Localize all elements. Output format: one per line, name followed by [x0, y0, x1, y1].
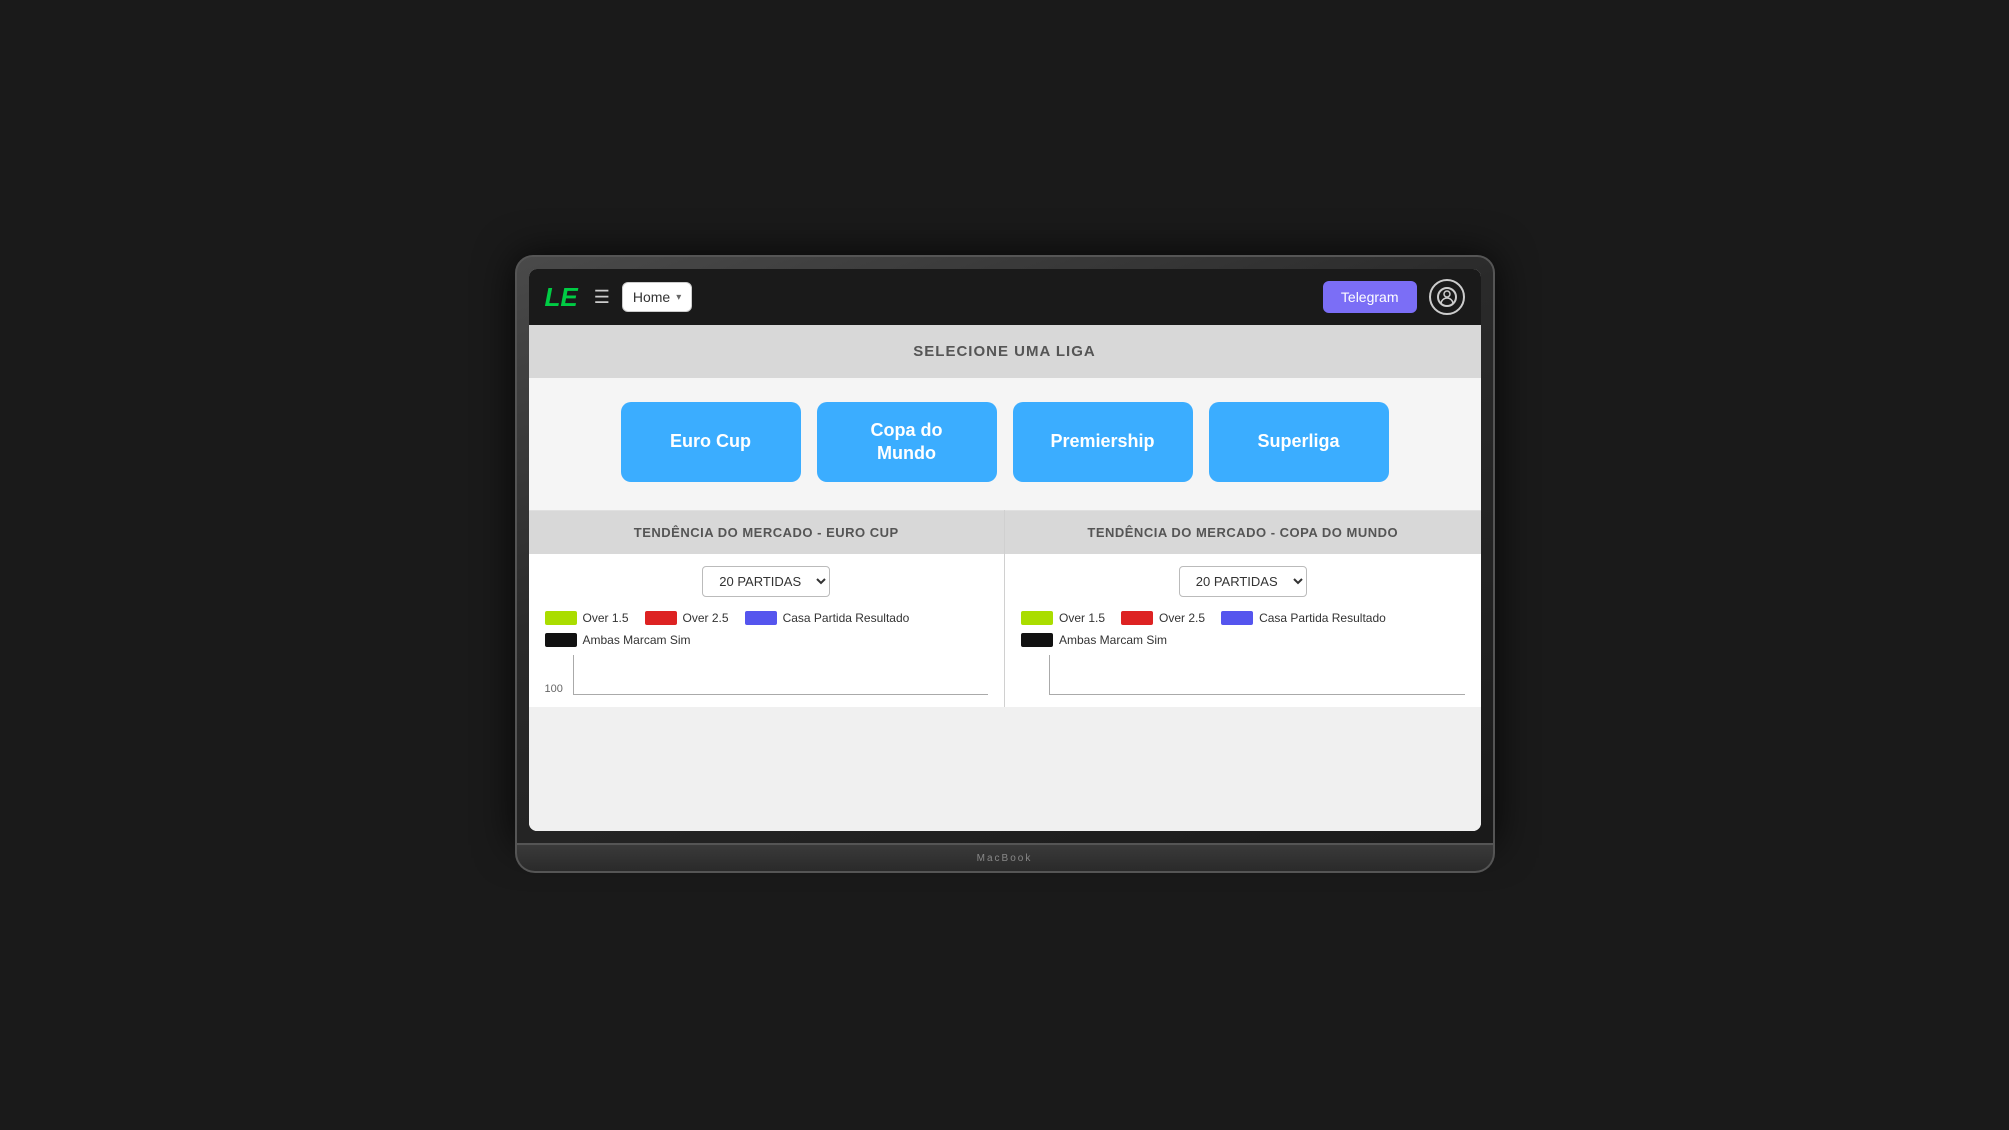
- laptop-frame: LE ☰ Home ▾ Telegram: [515, 255, 1495, 875]
- copa-over15-color: [1021, 611, 1053, 625]
- ambas-label: Ambas Marcam Sim: [583, 633, 691, 647]
- over15-label: Over 1.5: [583, 611, 629, 625]
- copa-chart: [1049, 655, 1465, 695]
- copa-legend-ambas: Ambas Marcam Sim: [1021, 633, 1167, 647]
- copa-legend-casa: Casa Partida Resultado: [1221, 611, 1386, 625]
- euro-cup-trend-header: TENDÊNCIA DO MERCADO - EURO CUP: [529, 511, 1005, 554]
- euro-cup-partidas-select[interactable]: 10 PARTIDAS 20 PARTIDAS 30 PARTIDAS: [702, 566, 830, 597]
- copa-casa-color: [1221, 611, 1253, 625]
- laptop-base: MacBook: [515, 845, 1495, 873]
- copa-ambas-label: Ambas Marcam Sim: [1059, 633, 1167, 647]
- casa-label: Casa Partida Resultado: [783, 611, 910, 625]
- copa-dropdown-row: 10 PARTIDAS 20 PARTIDAS 30 PARTIDAS: [1021, 566, 1465, 597]
- copa-over15-label: Over 1.5: [1059, 611, 1105, 625]
- legend-casa: Casa Partida Resultado: [745, 611, 910, 625]
- nav-dropdown[interactable]: Home ▾: [622, 282, 692, 312]
- user-icon: [1437, 287, 1457, 307]
- ambas-color: [545, 633, 577, 647]
- copa-partidas-select[interactable]: 10 PARTIDAS 20 PARTIDAS 30 PARTIDAS: [1179, 566, 1307, 597]
- league-buttons-area: Euro Cup Copa doMundo Premiership Superl…: [529, 378, 1481, 510]
- copa-trend-section: TENDÊNCIA DO MERCADO - COPA DO MUNDO 10 …: [1005, 510, 1481, 707]
- copa-legend: Over 1.5 Over 2.5 Casa Partida Resultado: [1021, 611, 1465, 647]
- copa-ambas-color: [1021, 633, 1053, 647]
- over25-label: Over 2.5: [683, 611, 729, 625]
- laptop-screen: LE ☰ Home ▾ Telegram: [529, 269, 1481, 831]
- header-band: SELECIONE UMA LIGA: [529, 325, 1481, 378]
- over25-color: [645, 611, 677, 625]
- chart-label-100: 100: [545, 683, 563, 695]
- logo: LE: [545, 282, 578, 313]
- euro-cup-dropdown-row: 10 PARTIDAS 20 PARTIDAS 30 PARTIDAS: [545, 566, 989, 597]
- euro-cup-legend: Over 1.5 Over 2.5 Casa Partida Resultado: [545, 611, 989, 647]
- euro-cup-trend-body: 10 PARTIDAS 20 PARTIDAS 30 PARTIDAS Over…: [529, 554, 1005, 707]
- copa-over25-label: Over 2.5: [1159, 611, 1205, 625]
- legend-over15: Over 1.5: [545, 611, 629, 625]
- copa-do-mundo-button[interactable]: Copa doMundo: [817, 402, 997, 482]
- laptop-brand-label: MacBook: [977, 853, 1033, 864]
- chevron-down-icon: ▾: [676, 292, 681, 303]
- euro-cup-chart: [573, 655, 989, 695]
- page-title: SELECIONE UMA LIGA: [547, 343, 1463, 360]
- premiership-button[interactable]: Premiership: [1013, 402, 1193, 482]
- main-content: SELECIONE UMA LIGA Euro Cup Copa doMundo…: [529, 325, 1481, 831]
- copa-legend-over25: Over 2.5: [1121, 611, 1205, 625]
- copa-over25-color: [1121, 611, 1153, 625]
- copa-trend-body: 10 PARTIDAS 20 PARTIDAS 30 PARTIDAS Over…: [1005, 554, 1481, 707]
- over15-color: [545, 611, 577, 625]
- euro-cup-button[interactable]: Euro Cup: [621, 402, 801, 482]
- casa-color: [745, 611, 777, 625]
- copa-trend-title: TENDÊNCIA DO MERCADO - COPA DO MUNDO: [1021, 525, 1465, 540]
- hamburger-icon[interactable]: ☰: [594, 288, 610, 306]
- superliga-button[interactable]: Superliga: [1209, 402, 1389, 482]
- telegram-button[interactable]: Telegram: [1323, 281, 1417, 313]
- navbar: LE ☰ Home ▾ Telegram: [529, 269, 1481, 325]
- copa-legend-over15: Over 1.5: [1021, 611, 1105, 625]
- laptop-body: LE ☰ Home ▾ Telegram: [515, 255, 1495, 845]
- euro-cup-trend-title: TENDÊNCIA DO MERCADO - EURO CUP: [545, 525, 989, 540]
- nav-dropdown-label: Home: [633, 289, 670, 305]
- legend-over25: Over 2.5: [645, 611, 729, 625]
- legend-ambas: Ambas Marcam Sim: [545, 633, 691, 647]
- avatar[interactable]: [1429, 279, 1465, 315]
- copa-casa-label: Casa Partida Resultado: [1259, 611, 1386, 625]
- euro-cup-trend-section: TENDÊNCIA DO MERCADO - EURO CUP 10 PARTI…: [529, 510, 1005, 707]
- copa-trend-header: TENDÊNCIA DO MERCADO - COPA DO MUNDO: [1005, 511, 1481, 554]
- trends-row: TENDÊNCIA DO MERCADO - EURO CUP 10 PARTI…: [529, 510, 1481, 707]
